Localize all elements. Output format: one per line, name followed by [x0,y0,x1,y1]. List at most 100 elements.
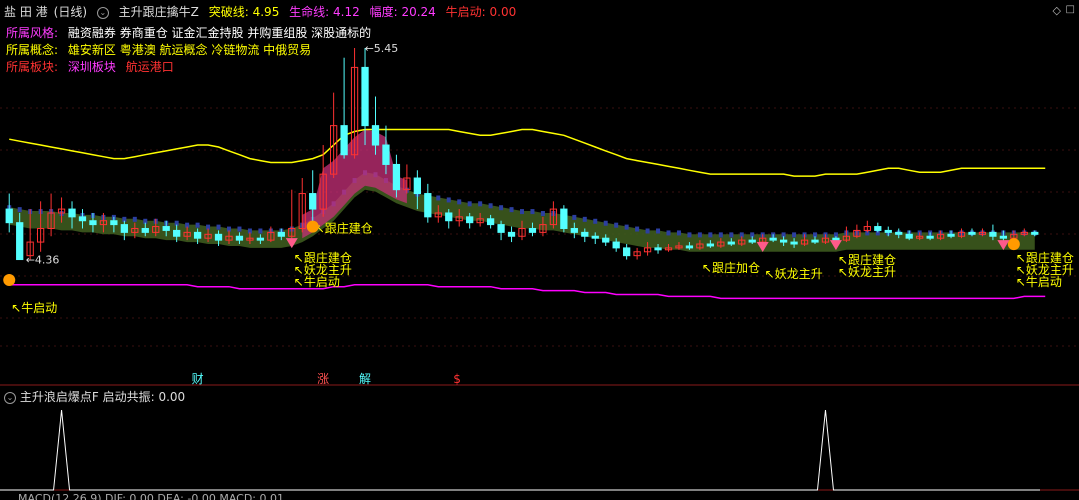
signal-annotation: ↖牛启动 [1016,274,1062,289]
candle-body [560,208,568,229]
ribbon-marker [792,232,797,238]
candle-body [528,227,537,233]
candle-body [832,237,840,241]
candle-body [999,235,1008,239]
candle-body [581,231,589,237]
signal-annotation: ↖牛启动 [11,300,57,315]
candle-body [120,224,128,233]
candle-body [1031,231,1039,235]
candle-body [989,231,997,237]
ribbon-marker [718,232,723,238]
signal-label: 启动共振: [102,390,155,404]
ribbon-marker [17,207,22,213]
ribbon-marker [697,232,702,238]
ribbon-marker [582,216,587,222]
candle-body [602,237,610,243]
ribbon-marker [540,211,545,217]
candle-body [392,163,401,191]
candle-body [507,231,516,237]
candle-body [361,66,369,127]
candle-body [874,226,882,231]
candle-body [685,245,694,249]
ribbon-marker [195,222,200,228]
candle-body [884,229,892,233]
ribbon-marker [457,199,462,205]
candle-body [905,233,913,239]
signal-dot-icon [3,274,16,286]
candle-body [769,237,777,241]
upper-band-line [9,128,1046,177]
candle-body [413,177,421,195]
candle-body [382,144,390,165]
ribbon-marker [708,232,713,238]
candle-body [68,208,76,218]
signal-dot-icon [306,220,319,233]
ribbon-marker [478,201,483,207]
sub-indicator-toggle-icon[interactable]: ⌄ [4,391,16,404]
candle-body [591,235,599,239]
ribbon-marker [530,209,535,215]
candle-body [895,231,903,235]
candle-body [706,243,715,247]
candle-body [570,227,578,233]
ribbon-marker [237,226,242,232]
candle-body [424,193,432,218]
price-chart[interactable]: ←5.45←4.36 ↖牛启动↖跟庄建仓↖妖龙主升↖牛启动↖跟庄建仓↖跟庄加仓 ↖… [0,0,1079,500]
sub-indicator-name[interactable]: 主升浪启爆点F [20,390,99,404]
candle-body [110,220,118,226]
candle-body [193,231,202,239]
candle-body [497,224,505,233]
ribbon-marker [520,209,524,215]
ribbon-marker [593,218,598,224]
ribbon-marker [687,232,692,238]
candle-body [235,235,244,241]
candle-body [371,125,380,146]
signal-value: 0.00 [158,390,186,404]
ribbon-marker [446,197,451,203]
ribbon-marker [645,228,650,234]
ribbon-marker [572,214,577,220]
ribbon-marker [729,232,734,238]
candle-body [654,247,662,251]
ribbon-marker [488,203,493,209]
ribbon-marker [436,195,441,201]
candle-body [486,218,495,226]
ribbon-marker [676,230,681,236]
ribbon-marker [614,222,619,228]
candle-body [162,226,170,231]
candle-body [727,241,735,245]
signal-annotation: ↖牛启动 [294,274,340,289]
candle-body [790,241,798,245]
event-marker: 涨 [317,371,329,386]
ribbon-marker [467,201,472,207]
ribbon-marker [216,224,221,230]
candle-body [926,235,934,239]
signal-line [0,409,1040,491]
candle-body [173,229,181,237]
candle-body [968,231,976,235]
signal-annotation: ↖跟庄加仓 [702,260,760,275]
ribbon-marker [258,228,263,234]
candle-body [779,239,788,243]
event-marker: 财 [192,372,204,386]
high-price-label: ←5.45 [365,42,399,55]
signal-annotation: ↖妖龙主升 [838,265,896,279]
candle-body [309,193,317,210]
ribbon-marker [656,228,661,234]
ribbon-marker [509,207,514,213]
event-marker: 解 [359,372,371,386]
sub-panel-header: ⌄ 主升浪启爆点F 启动共振: 0.00 [4,388,185,405]
candle-body [89,220,97,226]
candle-body [748,239,756,243]
ribbon-marker [499,205,504,211]
candle-body [623,247,631,257]
macd-header: MACD(12,26,9) DIF: 0.00 DEA: -0.00 MACD:… [18,492,284,500]
candle-body [5,208,13,224]
low-price-label: ←4.36 [26,254,60,267]
signal-dot-icon [1007,238,1020,251]
candle-body [277,231,285,237]
event-marker: $ [453,372,461,386]
candle-body [78,216,87,222]
candle-body [16,222,24,261]
candle-body [445,212,453,222]
